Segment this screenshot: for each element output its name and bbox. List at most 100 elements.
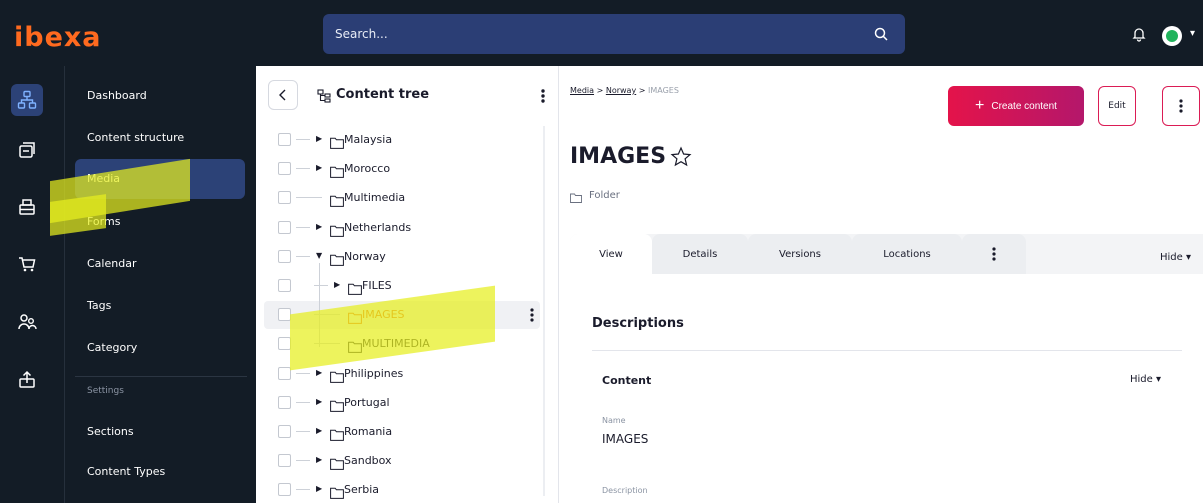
- nav-item-tags[interactable]: Tags: [75, 286, 245, 326]
- cart-icon[interactable]: [11, 248, 43, 280]
- tree-connector: [296, 197, 322, 198]
- tree-item-images[interactable]: IMAGES: [264, 301, 540, 329]
- tree-item-checkbox[interactable]: [278, 367, 291, 380]
- kebab-menu-icon[interactable]: [538, 87, 548, 105]
- tree-item-checkbox[interactable]: [278, 483, 291, 496]
- tab-versions[interactable]: Versions: [748, 234, 852, 274]
- tree-connector: [296, 256, 310, 257]
- tree-item-morocco[interactable]: ▶ Morocco: [264, 155, 540, 183]
- tree-item-label: Multimedia: [344, 191, 406, 204]
- caret-down-icon[interactable]: ▼: [316, 251, 322, 260]
- tree-item-checkbox[interactable]: [278, 337, 291, 350]
- tree-item-malaysia[interactable]: ▶ Malaysia: [264, 126, 540, 154]
- folder-icon: [330, 426, 344, 441]
- caret-right-icon[interactable]: ▶: [316, 397, 322, 406]
- tree-item-checkbox[interactable]: [278, 250, 291, 263]
- bookmark-star-icon[interactable]: [670, 146, 692, 168]
- caret-right-icon[interactable]: ▶: [316, 455, 322, 464]
- caret-right-icon[interactable]: ▶: [334, 280, 340, 289]
- tab-more[interactable]: [962, 234, 1026, 274]
- ibexa-logo[interactable]: ibexa: [14, 24, 102, 52]
- kebab-menu-icon[interactable]: [528, 306, 536, 324]
- bell-icon[interactable]: [1131, 26, 1147, 42]
- nav-item-media[interactable]: Media: [75, 159, 245, 199]
- edit-button[interactable]: Edit: [1098, 86, 1136, 126]
- breadcrumb-media[interactable]: Media: [570, 86, 594, 95]
- tree-item-netherlands[interactable]: ▶ Netherlands: [264, 214, 540, 242]
- caret-down-icon: ▾: [1156, 374, 1162, 385]
- caret-right-icon[interactable]: ▶: [316, 134, 322, 143]
- caret-right-icon[interactable]: ▶: [316, 426, 322, 435]
- tree-scrollbar[interactable]: [543, 126, 545, 496]
- nav-item-content-types[interactable]: Content Types: [75, 452, 245, 492]
- tree-connector: [314, 343, 340, 344]
- hide-group-label: Hide: [1130, 374, 1153, 385]
- user-avatar[interactable]: [1162, 26, 1182, 46]
- forms-icon[interactable]: [11, 191, 43, 223]
- menu-divider: [75, 376, 247, 377]
- more-actions-button[interactable]: [1162, 86, 1200, 126]
- caret-right-icon[interactable]: ▶: [316, 222, 322, 231]
- hide-tabs-label: Hide: [1160, 252, 1183, 263]
- tree-item-label: Netherlands: [344, 221, 412, 234]
- caret-right-icon[interactable]: ▶: [316, 368, 322, 377]
- tree-item-checkbox[interactable]: [278, 454, 291, 467]
- nav-item-category[interactable]: Category: [75, 328, 245, 368]
- caret-down-icon: ▾: [1186, 252, 1192, 263]
- nav-item-dashboard[interactable]: Dashboard: [75, 76, 245, 116]
- tree-item-checkbox[interactable]: [278, 396, 291, 409]
- tree-item-checkbox[interactable]: [278, 191, 291, 204]
- tree-item-multimedia[interactable]: Multimedia: [264, 184, 540, 212]
- tree-item-sandbox[interactable]: ▶ Sandbox: [264, 447, 540, 475]
- caret-right-icon[interactable]: ▶: [316, 484, 322, 493]
- tree-item-checkbox[interactable]: [278, 162, 291, 175]
- tree-item-checkbox[interactable]: [278, 308, 291, 321]
- tree-item-label: IMAGES: [362, 308, 405, 321]
- folder-icon: [348, 338, 362, 353]
- kebab-menu-icon: [992, 247, 996, 261]
- hide-tabs-toggle[interactable]: Hide ▾: [1160, 252, 1191, 263]
- search-icon[interactable]: [873, 26, 889, 42]
- hide-group-toggle[interactable]: Hide ▾: [1130, 374, 1161, 385]
- breadcrumb-current: IMAGES: [647, 86, 679, 95]
- search-input[interactable]: [323, 14, 863, 54]
- tree-item-label: Malaysia: [344, 133, 393, 146]
- tree-item-files[interactable]: ▶ FILES: [264, 272, 540, 300]
- nav-item-sections[interactable]: Sections: [75, 412, 245, 452]
- folder-icon: [330, 222, 344, 237]
- content-tree-icon[interactable]: [11, 84, 43, 116]
- tree-connector: [296, 227, 310, 228]
- tab-locations[interactable]: Locations: [852, 234, 962, 274]
- tree-item-checkbox[interactable]: [278, 221, 291, 234]
- users-icon[interactable]: [11, 306, 43, 338]
- folder-icon: [330, 455, 344, 470]
- tree-item-label: Philippines: [344, 367, 404, 380]
- upload-icon[interactable]: [11, 364, 43, 396]
- content-tree-panel: Content tree ▶ Malaysia ▶ Morocco Multimedia…: [256, 66, 559, 503]
- tree-item-checkbox[interactable]: [278, 133, 291, 146]
- search-bar[interactable]: [323, 14, 905, 54]
- tab-view[interactable]: View: [570, 234, 652, 274]
- collapse-tree-button[interactable]: [268, 80, 298, 110]
- nav-item-forms[interactable]: Forms: [75, 202, 245, 242]
- page-title: IMAGES: [570, 144, 667, 169]
- nav-item-content-structure[interactable]: Content structure: [75, 118, 245, 158]
- tree-item-serbia[interactable]: ▶ Serbia: [264, 476, 540, 503]
- breadcrumb-norway[interactable]: Norway: [606, 86, 636, 95]
- content-stack-icon[interactable]: [11, 134, 43, 166]
- tree-connector: [296, 373, 310, 374]
- tab-details[interactable]: Details: [652, 234, 748, 274]
- tree-item-checkbox[interactable]: [278, 425, 291, 438]
- tree-item-checkbox[interactable]: [278, 279, 291, 292]
- chevron-down-icon[interactable]: ▾: [1190, 28, 1195, 39]
- tree-item-portugal[interactable]: ▶ Portugal: [264, 389, 540, 417]
- tree-item-romania[interactable]: ▶ Romania: [264, 418, 540, 446]
- folder-icon: [348, 309, 362, 324]
- tree-item-norway[interactable]: ▼ Norway: [264, 243, 540, 271]
- caret-right-icon[interactable]: ▶: [316, 163, 322, 172]
- create-content-button[interactable]: + Create content: [948, 86, 1084, 126]
- nav-item-calendar[interactable]: Calendar: [75, 244, 245, 284]
- folder-icon: [330, 134, 344, 149]
- tree-item-philippines[interactable]: ▶ Philippines: [264, 360, 540, 388]
- tree-item-multimedia[interactable]: MULTIMEDIA: [264, 330, 540, 358]
